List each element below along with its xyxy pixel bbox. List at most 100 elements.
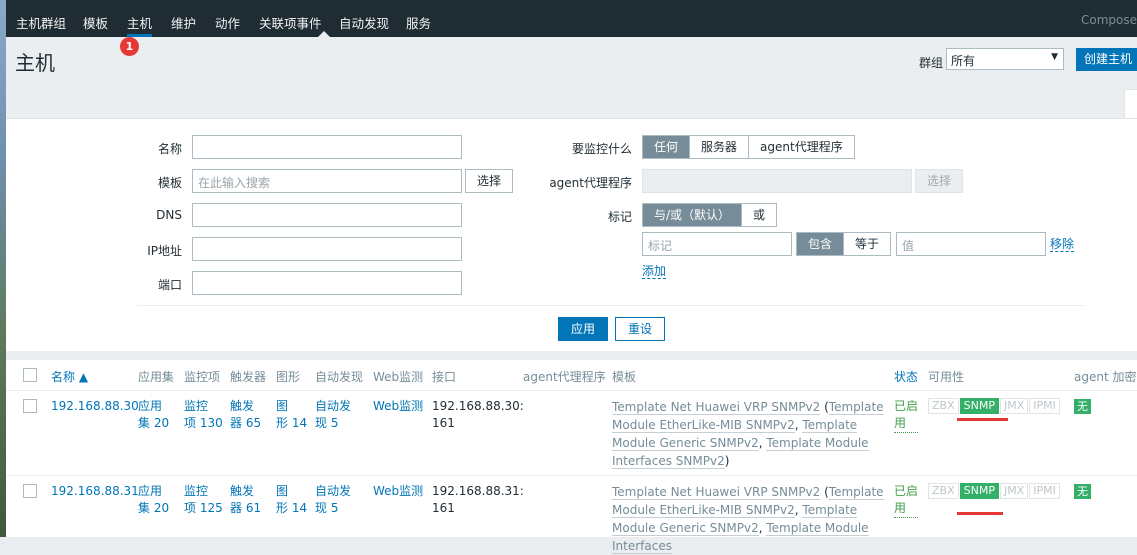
template-label: 模板 — [157, 176, 182, 190]
graphs-link[interactable]: 图形 14 — [276, 483, 307, 517]
monitor-option-any[interactable]: 任何 — [643, 136, 690, 158]
discovery-link[interactable]: 自动发现 5 — [315, 398, 351, 432]
tag-value-input[interactable]: 值 — [896, 232, 1046, 256]
applications-link-line2: 集 20 — [138, 501, 170, 515]
applications-link[interactable]: 应用集 20 — [138, 398, 169, 432]
nav-actions[interactable]: 动作 — [215, 13, 240, 32]
nav-host-groups[interactable]: 主机群组 — [16, 13, 66, 32]
discovery-link[interactable]: 自动发现 5 — [315, 483, 351, 517]
row-checkbox[interactable] — [23, 399, 37, 413]
tag-operator-toggle: 包含 等于 — [796, 232, 892, 256]
tag-input[interactable]: 标记 — [642, 232, 792, 256]
select-all-checkbox[interactable] — [23, 368, 37, 382]
nav-discovery[interactable]: 自动发现 — [339, 13, 389, 32]
hosts-table: 名称 ▲ 应用集 监控项 触发器 图形 自动发现 Web监测 接口 agent代… — [6, 360, 1137, 554]
status-toggle[interactable]: 已启用 — [894, 398, 919, 433]
header-availability: 可用性 — [928, 370, 965, 384]
header-items: 监控项 — [184, 370, 221, 384]
jmx-badge: JMX — [999, 483, 1029, 499]
host-name-link[interactable]: 192.168.88.31 — [51, 483, 139, 500]
group-label: 群组 — [919, 56, 944, 70]
template-input[interactable]: 在此输入搜索 — [192, 169, 462, 193]
interface-address: 192.168.88.30: — [432, 399, 524, 413]
ip-input[interactable] — [192, 237, 462, 261]
header-proxy: agent代理程序 — [523, 370, 606, 384]
applications-link[interactable]: 应用集 20 — [138, 483, 169, 517]
row-checkbox[interactable] — [23, 484, 37, 498]
remove-tag-link[interactable]: 移除 — [1050, 237, 1075, 252]
nav-event-correlation[interactable]: 关联项事件 — [259, 13, 322, 32]
discovery-link-line2: 现 5 — [315, 416, 339, 430]
nav-hosts[interactable]: 主机 — [127, 13, 153, 37]
monitor-label: 要监控什么 — [571, 142, 632, 156]
ipmi-badge: IPMI — [1029, 483, 1060, 499]
header-status[interactable]: 状态 — [894, 368, 918, 385]
row-divider — [6, 475, 1137, 476]
items-link[interactable]: 监控项 125 — [184, 483, 223, 517]
port-label: 端口 — [157, 278, 182, 292]
header-discovery: 自动发现 — [315, 370, 364, 384]
templates-cell: Template Net Huawei VRP SNMPv2 (Template… — [612, 400, 884, 469]
graphs-link-line1: 图 — [276, 484, 289, 498]
triggers-link[interactable]: 触发器 65 — [230, 398, 261, 432]
zbx-badge: ZBX — [928, 483, 959, 499]
template-link[interactable]: Template Net Huawei VRP SNMPv2 — [612, 400, 821, 415]
interface-port: 161 — [432, 501, 455, 515]
status-line2: 用 — [894, 416, 907, 430]
group-select[interactable]: 所有 ▼ — [946, 48, 1064, 70]
web-link[interactable]: Web监测 — [373, 483, 423, 500]
header-templates: 模板 — [612, 370, 637, 384]
applications-link-line2: 集 20 — [138, 416, 170, 430]
nav-templates[interactable]: 模板 — [83, 13, 108, 32]
monitor-option-proxy[interactable]: agent代理程序 — [748, 136, 854, 158]
dns-label: DNS — [156, 208, 182, 222]
applications-link-line1: 应用 — [138, 484, 163, 498]
name-input[interactable] — [192, 135, 462, 159]
triggers-link-line2: 器 61 — [230, 501, 262, 515]
proxy-input — [642, 169, 912, 193]
graphs-link[interactable]: 图形 14 — [276, 398, 307, 432]
monitor-option-server[interactable]: 服务器 — [689, 136, 748, 158]
interface-value: 192.168.88.31: 161 — [432, 483, 524, 517]
status-toggle[interactable]: 已启用 — [894, 483, 919, 518]
ip-label: IP地址 — [147, 244, 182, 258]
interface-port: 161 — [432, 416, 455, 430]
items-link-line2: 项 130 — [184, 416, 223, 430]
dns-input[interactable] — [192, 203, 462, 227]
annotation-badge: 1 — [120, 37, 139, 56]
proxy-label: agent代理程序 — [549, 176, 632, 190]
filter-tab[interactable] — [1124, 89, 1137, 120]
add-tag-link[interactable]: 添加 — [642, 264, 667, 279]
header-interface: 接口 — [432, 370, 457, 384]
triggers-link[interactable]: 触发器 61 — [230, 483, 261, 517]
tags-label: 标记 — [607, 210, 632, 224]
tag-mode-or[interactable]: 或 — [741, 204, 776, 226]
status-line1: 已启 — [894, 484, 919, 498]
nav-maintenance[interactable]: 维护 — [171, 13, 196, 32]
tag-mode-and-or[interactable]: 与/或（默认） — [643, 204, 742, 226]
items-link[interactable]: 监控项 130 — [184, 398, 223, 432]
availability-badges: ZBX SNMP JMX IPMI — [928, 483, 1061, 499]
port-input[interactable] — [192, 271, 462, 295]
annotation-underline — [957, 418, 1008, 421]
nav-services[interactable]: 服务 — [406, 13, 431, 32]
tag-operator-equals[interactable]: 等于 — [843, 233, 890, 255]
host-name-link[interactable]: 192.168.88.30 — [51, 398, 139, 415]
annotation-underline — [957, 512, 1003, 515]
group-select-value: 所有 — [951, 54, 976, 68]
applications-link-line1: 应用 — [138, 399, 163, 413]
header-name[interactable]: 名称 ▲ — [51, 368, 88, 385]
reset-button[interactable]: 重设 — [615, 317, 665, 341]
encryption-badge: 无 — [1074, 399, 1091, 414]
apply-button[interactable]: 应用 — [558, 317, 608, 341]
interface-address: 192.168.88.31: — [432, 484, 524, 498]
page-title: 主机 — [15, 51, 55, 75]
template-select-button[interactable]: 选择 — [465, 169, 513, 193]
status-line2: 用 — [894, 501, 907, 515]
tag-operator-contains[interactable]: 包含 — [797, 233, 844, 255]
web-link[interactable]: Web监测 — [373, 398, 423, 415]
create-host-button[interactable]: 创建主机 — [1076, 48, 1137, 71]
header-divider — [6, 390, 1137, 391]
discovery-link-line2: 现 5 — [315, 501, 339, 515]
template-link[interactable]: Template Net Huawei VRP SNMPv2 — [612, 485, 821, 500]
